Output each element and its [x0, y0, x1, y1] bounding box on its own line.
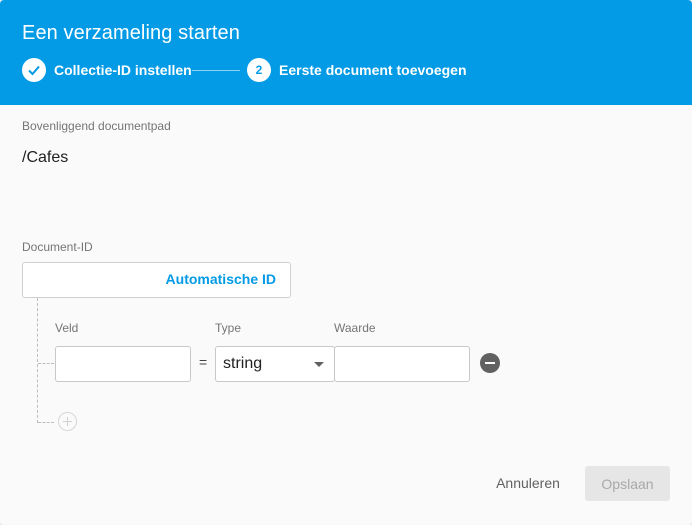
save-button[interactable]: Opslaan [585, 466, 670, 501]
dialog-header: Een verzameling starten Collectie-ID ins… [0, 0, 692, 105]
add-field-icon[interactable] [58, 412, 77, 431]
auto-id-button[interactable]: Automatische ID [166, 271, 276, 287]
step-label: Collectie-ID instellen [54, 62, 192, 78]
parent-path-value: /Cafes [22, 149, 69, 166]
field-name-input[interactable] [55, 346, 191, 382]
start-collection-dialog: Een verzameling starten Collectie-ID ins… [0, 0, 692, 525]
step-connector [192, 70, 240, 71]
remove-field-icon[interactable] [480, 353, 500, 373]
field-header: Veld [55, 321, 79, 335]
type-select[interactable]: string [215, 346, 335, 382]
dialog-title: Een verzameling starten [22, 22, 240, 44]
check-icon [22, 58, 46, 82]
step-collection-id: Collectie-ID instellen [22, 58, 192, 82]
tree-connector [37, 298, 38, 423]
document-id-field[interactable]: Automatische ID [22, 262, 291, 298]
tree-branch [38, 363, 54, 364]
cancel-button[interactable]: Annuleren [485, 466, 571, 500]
chevron-down-icon [314, 362, 324, 367]
step-label: Eerste document toevoegen [279, 62, 467, 78]
step-first-document: 2 Eerste document toevoegen [247, 58, 467, 82]
field-value-input[interactable] [334, 346, 470, 382]
type-header: Type [215, 321, 242, 335]
parent-path-label: Bovenliggend documentpad [22, 119, 171, 133]
tree-branch [38, 422, 54, 423]
document-id-label: Document-ID [22, 240, 93, 254]
value-header: Waarde [334, 321, 376, 335]
type-select-value: string [223, 355, 263, 372]
step-number: 2 [247, 58, 271, 82]
equals-sign: = [199, 354, 208, 370]
